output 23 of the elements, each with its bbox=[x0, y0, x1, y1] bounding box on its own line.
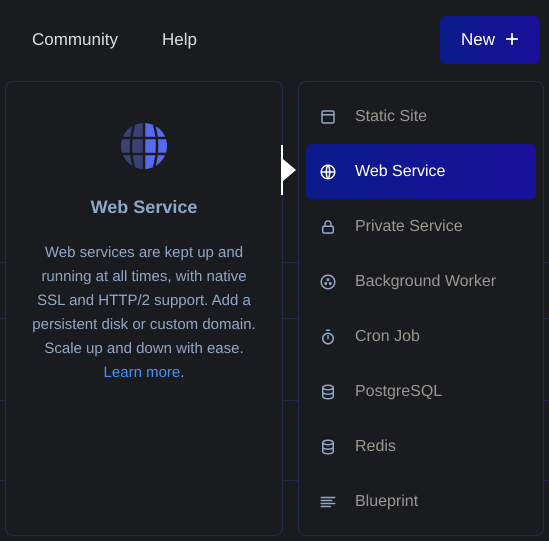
learn-more-link[interactable]: Learn more bbox=[104, 364, 180, 381]
lock-icon bbox=[319, 218, 337, 236]
database-icon bbox=[319, 438, 337, 456]
pointer-arrow bbox=[281, 145, 296, 195]
menu-item[interactable]: Redis bbox=[306, 419, 536, 474]
stopwatch-icon bbox=[319, 328, 337, 346]
globe-icon bbox=[120, 122, 168, 170]
globe-icon bbox=[319, 162, 337, 180]
new-button[interactable]: New + bbox=[440, 16, 540, 64]
worker-icon bbox=[319, 272, 337, 290]
menu-item[interactable]: Blueprint bbox=[306, 474, 536, 529]
nav-link[interactable]: Community bbox=[32, 26, 118, 52]
menu-item[interactable]: Static Site bbox=[306, 89, 536, 144]
menu-item[interactable]: Web Service bbox=[306, 144, 536, 199]
detail-description: Web services are kept up and running at all times, with native SSL and HTTP/2 support. Add a persistent disk or custom domain. Scale up and down with ease. Learn more. bbox=[31, 243, 257, 383]
menu-item[interactable]: Cron Job bbox=[306, 309, 536, 364]
window-icon bbox=[319, 108, 337, 126]
nav-link[interactable]: Help bbox=[162, 26, 197, 52]
detail-title: Web Service bbox=[90, 196, 198, 219]
database-icon bbox=[319, 382, 337, 400]
menu-item[interactable]: PostgreSQL bbox=[306, 364, 536, 419]
menu-item[interactable]: Private Service bbox=[306, 199, 536, 254]
menu-item[interactable]: Background Worker bbox=[306, 254, 536, 309]
